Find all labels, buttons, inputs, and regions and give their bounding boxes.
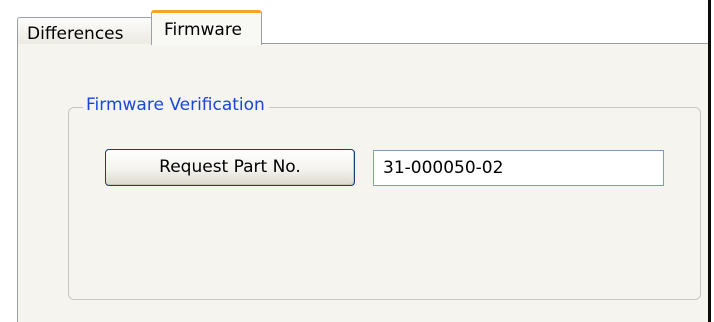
firmware-dialog: Differences Firmware Firmware Verificati… xyxy=(0,0,714,322)
request-part-number-button[interactable]: Request Part No. xyxy=(105,149,355,186)
tab-firmware[interactable]: Firmware xyxy=(151,10,262,45)
window-left-edge xyxy=(0,0,6,322)
tab-firmware-label: Firmware xyxy=(164,20,242,40)
part-number-field[interactable] xyxy=(373,150,664,186)
firmware-verification-groupbox xyxy=(68,107,701,300)
firmware-verification-title: Firmware Verification xyxy=(83,95,269,115)
tab-differences-label: Differences xyxy=(27,24,124,44)
tab-differences[interactable]: Differences xyxy=(17,17,153,44)
